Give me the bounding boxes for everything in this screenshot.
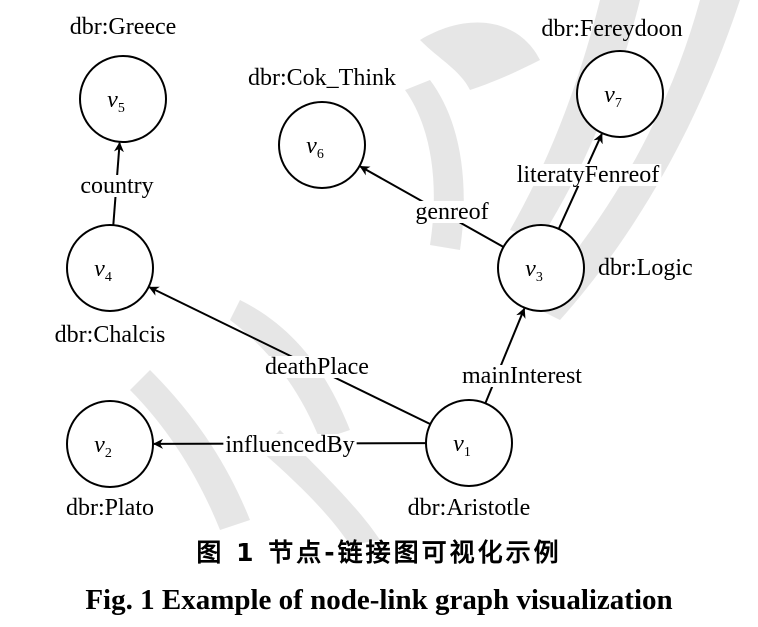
node-id-letter: v [107,87,118,113]
node-v1: v1 [425,399,513,487]
node-label-v2: dbr:Plato [66,495,154,521]
node-label-v4: dbr:Chalcis [55,322,166,348]
node-id-subscript: 3 [536,270,543,285]
node-label-v1: dbr:Aristotle [408,495,531,521]
node-circle [66,224,154,312]
node-id-subscript: 7 [615,96,622,111]
edge-label-v3-v7: literatyFenreof [517,162,660,188]
node-id-subscript: 5 [118,101,125,116]
edge-label-v1-v3: mainInterest [462,363,582,389]
node-circle [278,101,366,189]
node-id-letter: v [94,432,105,458]
node-label-v7: dbr:Fereydoon [541,16,682,42]
node-v4: v4 [66,224,154,312]
node-id-letter: v [525,256,536,282]
node-label-v5: dbr:Greece [70,14,177,40]
node-v6: v6 [278,101,366,189]
edge-label-v1-v2: influencedBy [225,432,354,458]
node-label-v6: dbr:Cok_Think [248,65,396,91]
node-circle [425,399,513,487]
node-v7: v7 [576,50,664,138]
node-label-v3: dbr:Logic [598,255,693,281]
node-id-letter: v [94,256,105,282]
node-circle [497,224,585,312]
node-v2: v2 [66,400,154,488]
node-circle [66,400,154,488]
node-circle [576,50,664,138]
edge-v1-v3 [484,307,526,404]
node-v5: v5 [79,55,167,143]
node-circle [79,55,167,143]
edge-label-v4-v5: country [80,173,153,199]
node-id-letter: v [604,82,615,108]
node-id-subscript: 1 [464,445,471,460]
node-id-letter: v [453,431,464,457]
edge-label-v3-v6: genreof [415,199,488,225]
node-id-subscript: 2 [105,446,112,461]
figure-caption-chinese: 图 1 节点-链接图可视化示例 [196,538,562,567]
edge-label-v1-v4: deathPlace [265,354,369,380]
node-id-subscript: 6 [317,147,324,162]
node-v3: v3 [497,224,585,312]
node-id-subscript: 4 [105,270,112,285]
figure-caption-english: Fig. 1 Example of node-link graph visual… [85,584,673,616]
node-id-letter: v [306,133,317,159]
